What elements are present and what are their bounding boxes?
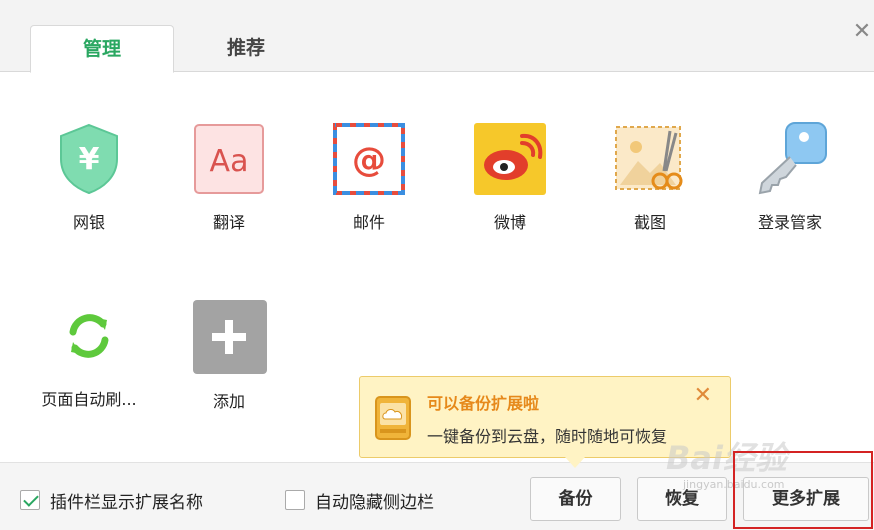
extension-label: 翻译 [212,213,245,232]
show-names-label: 插件栏显示扩展名称 [50,492,203,513]
checkbox-checked-icon[interactable] [20,490,40,510]
translate-aa-icon: Aa [191,121,267,197]
tooltip-close-icon[interactable]: ✕ [694,383,712,408]
mail-envelope-icon: @ [331,121,407,197]
svg-text:¥: ¥ [79,142,100,177]
svg-text:Aa: Aa [210,144,249,179]
auto-hide-sidebar-checkbox[interactable]: 自动隐藏侧边栏 [285,488,434,513]
extension-label: 添加 [212,392,245,411]
add-extension-button[interactable]: 添加 [169,300,289,412]
extension-auto-refresh[interactable]: 页面自动刷... [29,298,149,410]
tab-manage[interactable]: 管理 [30,25,174,73]
refresh-icon [51,298,127,374]
weibo-icon [472,121,548,197]
extension-label: 页面自动刷... [41,390,137,409]
tab-bar: 管理 推荐 ✕ [0,0,874,73]
extension-manager-window: 管理 推荐 ✕ ¥ 网银 Aa 翻译 @ 邮件 微博 截图 登录管家 页面自动刷… [0,0,874,530]
tooltip-body: 一键备份到云盘，随时随地可恢复 [427,427,668,446]
backup-button[interactable]: 备份 [530,477,621,521]
checkbox-unchecked-icon[interactable] [285,490,305,510]
shield-yuan-icon: ¥ [51,121,127,197]
screenshot-scissors-icon [612,121,688,197]
extension-login-manager[interactable]: 登录管家 [730,121,850,233]
tooltip-title: 可以备份扩展啦 [427,394,540,413]
close-icon[interactable]: ✕ [850,20,874,44]
extension-label: 微博 [493,213,526,232]
show-names-checkbox[interactable]: 插件栏显示扩展名称 [20,488,203,513]
key-icon [752,121,828,197]
cloud-disk-icon [374,395,412,441]
extension-label: 网银 [72,213,105,232]
svg-text:@: @ [352,140,386,180]
extension-label: 邮件 [352,213,385,232]
extension-online-banking[interactable]: ¥ 网银 [29,121,149,233]
extension-mail[interactable]: @ 邮件 [309,121,429,233]
plus-icon [191,300,267,376]
auto-hide-label: 自动隐藏侧边栏 [315,492,434,513]
tab-recommend[interactable]: 推荐 [176,25,316,73]
extension-label: 登录管家 [757,213,822,232]
annotation-highlight-box [733,451,873,529]
extension-weibo[interactable]: 微博 [450,121,570,233]
extension-translate[interactable]: Aa 翻译 [169,121,289,233]
extension-screenshot[interactable]: 截图 [590,121,710,233]
extension-label: 截图 [633,213,666,232]
